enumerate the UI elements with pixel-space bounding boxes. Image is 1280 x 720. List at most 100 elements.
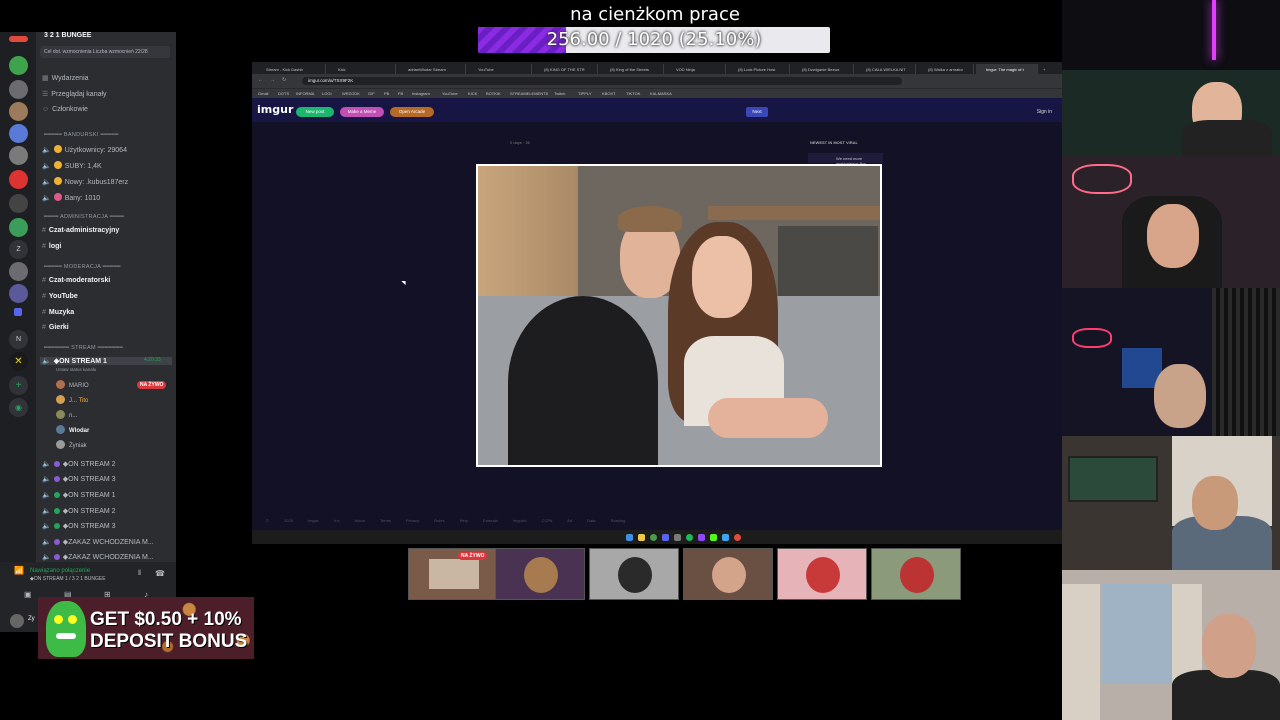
spotify-icon[interactable] <box>686 534 693 541</box>
open-arcade-button[interactable]: Open Arcade <box>390 107 434 117</box>
stat-bans[interactable]: 🔈 Bany: 1010 <box>42 193 100 202</box>
participant-thumb-2[interactable] <box>495 548 585 600</box>
folder-icon[interactable] <box>14 308 22 316</box>
server-icon-10[interactable] <box>9 262 28 281</box>
server-icon-6[interactable] <box>9 146 28 165</box>
server-icon-4[interactable] <box>9 102 28 121</box>
back-icon[interactable]: ← <box>258 77 263 83</box>
voice-channel-path[interactable]: ◆ON STREAM 1 / 3 2 1 BUNGEE <box>30 576 106 582</box>
participant-thumb-6[interactable] <box>871 548 961 600</box>
windows-start-icon[interactable] <box>626 534 633 541</box>
bookmark[interactable]: BOTKIK <box>486 91 501 96</box>
stat-subs[interactable]: 🔈 SUBY: 1,4K <box>42 161 102 170</box>
category-stream[interactable]: ━━━━━━━ STREAM ━━━━━━━ <box>44 345 123 351</box>
browser-tab-active[interactable]: Imgur: The magic of t <box>976 64 1038 74</box>
new-post-button[interactable]: New post <box>296 107 334 117</box>
new-tab-icon[interactable]: + <box>1040 64 1052 74</box>
menu-events[interactable]: ▦ Wydarzenia <box>42 74 89 82</box>
channel-games[interactable]: # Gierki <box>42 324 69 331</box>
server-icon-5[interactable] <box>9 124 28 143</box>
disconnect-icon[interactable]: ☎ <box>155 569 165 578</box>
voice-user-5[interactable]: Żyniak <box>56 440 87 449</box>
channel-on-stream-1b[interactable]: 🔈 ◆ON STREAM 1 <box>42 491 116 499</box>
channel-admin-chat[interactable]: # Czat-administracyjny <box>42 227 119 234</box>
post-image[interactable] <box>476 164 882 467</box>
voice-user-1[interactable]: MARIO <box>56 380 89 389</box>
forward-icon[interactable]: → <box>270 77 275 83</box>
next-button[interactable]: Next <box>746 107 768 117</box>
bookmark[interactable]: LOGI <box>322 91 332 96</box>
imgur-logo[interactable]: imgur <box>257 103 293 116</box>
bookmark[interactable]: PB <box>384 91 389 96</box>
boost-goal[interactable]: Cel dot. wzmocnienia Liczba wzmocnień 22… <box>40 46 170 58</box>
browser-tab[interactable]: YouTube <box>468 64 532 74</box>
bookmark[interactable]: KBOXT <box>602 91 616 96</box>
app-icon[interactable] <box>734 534 741 541</box>
url-input[interactable]: imgur.com/a/TSX9F2K <box>302 77 902 85</box>
participant-thumb-4[interactable] <box>683 548 773 600</box>
participant-thumb-3[interactable] <box>589 548 679 600</box>
bookmark[interactable]: Instagram <box>412 91 430 96</box>
user-avatar[interactable] <box>10 614 24 628</box>
chrome-icon[interactable] <box>650 534 657 541</box>
signal-icon[interactable]: 📶 <box>14 566 24 575</box>
voice-user-3[interactable]: n... <box>56 410 77 419</box>
participant-thumb-5[interactable] <box>777 548 867 600</box>
bookmark[interactable]: STREAMELEMENTS <box>510 91 548 96</box>
server-name[interactable]: 3 2 1 BUNGEE <box>44 32 91 39</box>
channel-no-entry-1[interactable]: 🔈 ◆ZAKAZ WCHODZENIA M... <box>42 538 154 546</box>
browser-tab[interactable]: (8) CAŁA WIELKA NIT <box>856 64 916 74</box>
channel-no-entry-2[interactable]: 🔈 ◆ZAKAZ WCHODZENIA M... <box>42 553 154 561</box>
channel-youtube[interactable]: # YouTube <box>42 293 78 300</box>
server-icon-z[interactable]: Z <box>9 240 28 259</box>
browser-tab[interactable]: (8) King of the Streets <box>600 64 664 74</box>
bookmark[interactable]: Gmail <box>258 91 268 96</box>
obs-icon[interactable] <box>698 534 705 541</box>
channel-on-stream-2b[interactable]: 🔈 ◆ON STREAM 2 <box>42 507 116 515</box>
channel-on-stream-2a[interactable]: 🔈 ◆ON STREAM 2 <box>42 460 116 468</box>
bookmark[interactable]: KICK <box>468 91 477 96</box>
noise-icon[interactable]: ⦀ <box>138 570 141 578</box>
bookmark[interactable]: YouTube <box>442 91 458 96</box>
server-icon-7[interactable] <box>9 170 28 189</box>
add-server-icon[interactable]: + <box>9 376 28 395</box>
browser-tab[interactable]: Kick <box>328 64 396 74</box>
app-icon[interactable] <box>722 534 729 541</box>
discord-icon[interactable] <box>662 534 669 541</box>
channel-mod-chat[interactable]: # Czat-moderatorski <box>42 277 110 284</box>
bookmark[interactable]: KIA-MASKA <box>650 91 672 96</box>
browser-tab[interactable]: Stream - Kick Dashb <box>256 64 326 74</box>
sign-in-link[interactable]: Sign in <box>1037 109 1052 115</box>
server-icon-11[interactable] <box>9 284 28 303</box>
server-icon-n[interactable]: N <box>9 330 28 349</box>
channel-on-stream-3a[interactable]: 🔈 ◆ON STREAM 3 <box>42 475 116 483</box>
server-icon-8[interactable] <box>9 194 28 213</box>
browser-tab[interactable]: (8) Walka z armator <box>918 64 974 74</box>
camera-off-icon[interactable]: ▣ <box>24 590 32 599</box>
channel-music[interactable]: # Muzyka <box>42 309 74 316</box>
kick-icon[interactable] <box>710 534 717 541</box>
ad-banner[interactable]: GET $0.50 + 10% DEPOSIT BONUS <box>38 597 254 659</box>
app-icon[interactable] <box>674 534 681 541</box>
server-icon-x[interactable]: ✕ <box>9 352 28 371</box>
bookmark[interactable]: GIF <box>368 91 375 96</box>
browser-tab[interactable]: adrianWlodar Stream <box>398 64 466 74</box>
voice-user-2[interactable]: J... Tito <box>56 395 88 404</box>
file-explorer-icon[interactable] <box>638 534 645 541</box>
channel-on-stream-3b[interactable]: 🔈 ◆ON STREAM 3 <box>42 522 116 530</box>
reload-icon[interactable]: ↻ <box>282 77 286 83</box>
channel-status[interactable]: Ustaw status kanału <box>56 367 96 372</box>
server-icon-1[interactable] <box>9 36 28 42</box>
bookmark[interactable]: TIPPLY <box>578 91 592 96</box>
server-icon-3[interactable] <box>9 80 28 99</box>
browser-tab[interactable]: (8) Lock Picture Host <box>728 64 790 74</box>
voice-user-4[interactable]: Wlodar <box>56 425 89 434</box>
category-mod[interactable]: ━━━━━ MODERACJA ━━━━━ <box>44 264 121 270</box>
stat-users[interactable]: 🔈 Użytkownicy: 29064 <box>42 145 127 154</box>
menu-members[interactable]: ☺ Członkowie <box>42 106 88 113</box>
server-icon-2[interactable] <box>9 56 28 75</box>
bookmark[interactable]: FB <box>398 91 403 96</box>
browser-tab[interactable]: VOD Ninja <box>666 64 726 74</box>
stat-newest[interactable]: 🔈 Nowy: .kubus187erz <box>42 177 128 186</box>
bookmark[interactable]: INFORMA <box>296 91 314 96</box>
